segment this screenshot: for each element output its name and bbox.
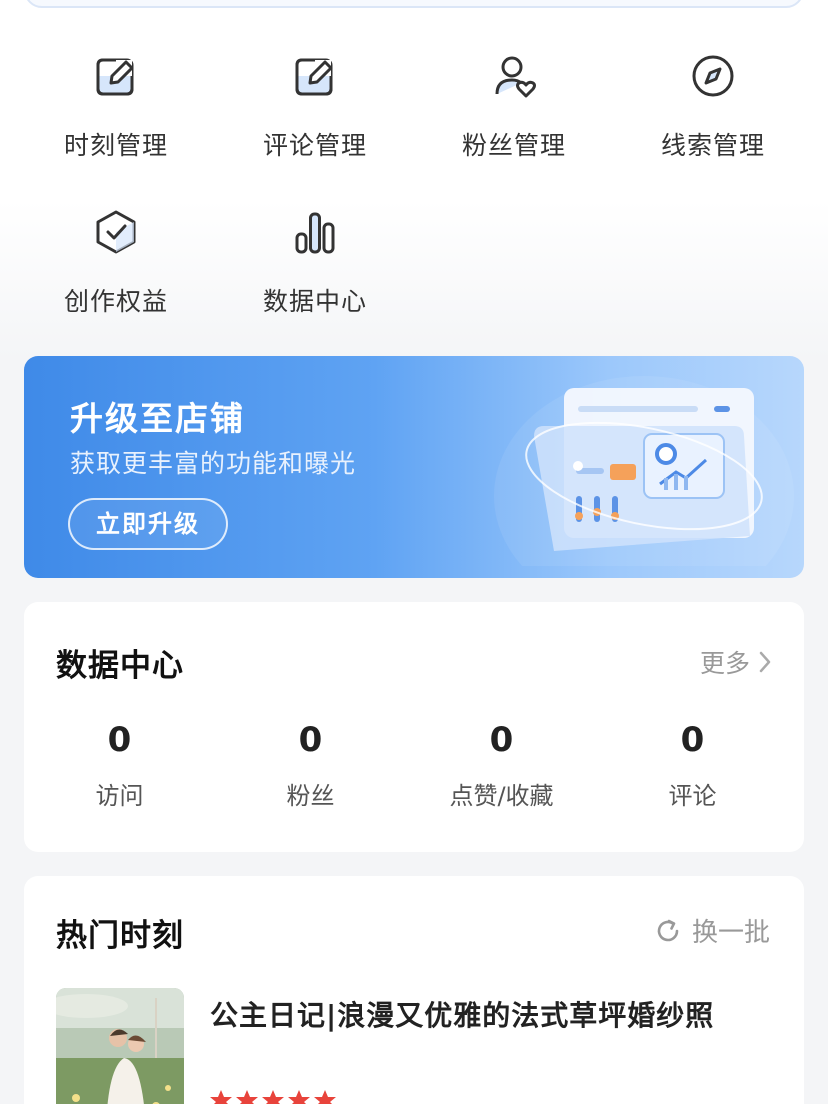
menu-item-creator-rights[interactable]: 创作权益 — [16, 206, 216, 318]
banner-title: 升级至店铺 — [70, 399, 245, 438]
star-icon — [236, 1090, 258, 1104]
menu-item-moments[interactable]: 时刻管理 — [16, 50, 216, 162]
post-title[interactable]: 公主日记|浪漫又优雅的法式草坪婚纱照 — [210, 994, 714, 1034]
menu-item-comments[interactable]: 评论管理 — [215, 50, 415, 162]
post-thumbnail[interactable] — [56, 988, 184, 1104]
edit-icon — [295, 58, 333, 96]
stat-value: 0 — [107, 720, 132, 760]
stat-visits[interactable]: 0 访问 — [24, 720, 215, 811]
stat-label: 评论 — [668, 782, 717, 810]
hot-moments-card: 热门时刻 换一批 公主日记|浪漫又优雅的法式草坪婚纱照 — [24, 876, 804, 1104]
refresh-label: 换一批 — [691, 918, 770, 948]
stat-value: 0 — [680, 720, 705, 760]
menu-item-label: 创作权益 — [63, 287, 168, 316]
refresh-button[interactable]: 换一批 — [654, 912, 770, 949]
stat-value: 0 — [298, 720, 323, 760]
menu-item-label: 粉丝管理 — [461, 131, 566, 160]
user-heart-icon — [495, 56, 536, 98]
stat-likes-favorites[interactable]: 0 点赞/收藏 — [406, 720, 597, 811]
star-icon — [288, 1090, 310, 1104]
menu-item-label: 线索管理 — [660, 131, 765, 160]
shield-check-icon — [96, 210, 136, 254]
menu-item-data-center[interactable]: 数据中心 — [215, 206, 415, 318]
upgrade-button[interactable]: 立即升级 — [68, 498, 228, 550]
star-icon — [210, 1090, 232, 1104]
star-icon — [262, 1090, 284, 1104]
stat-label: 点赞/收藏 — [449, 782, 554, 810]
menu-item-leads[interactable]: 线索管理 — [613, 50, 813, 162]
data-center-card: 数据中心 更多 0 访问 0 粉丝 0 点赞/收藏 0 评论 — [24, 602, 804, 852]
stat-comments[interactable]: 0 评论 — [597, 720, 788, 811]
stat-fans[interactable]: 0 粉丝 — [215, 720, 406, 811]
upgrade-banner[interactable]: 升级至店铺 获取更丰富的功能和曝光 立即升级 — [24, 356, 804, 578]
search-bar-remnant[interactable] — [24, 0, 804, 8]
menu-item-label: 评论管理 — [262, 131, 367, 160]
star-icon — [314, 1090, 336, 1104]
menu-item-label: 时刻管理 — [63, 131, 168, 160]
menu-item-label: 数据中心 — [262, 287, 367, 316]
more-label: 更多 — [699, 649, 750, 678]
wedding-photo-image — [56, 988, 184, 1104]
stat-value: 0 — [489, 720, 514, 760]
banner-subtitle: 获取更丰富的功能和曝光 — [70, 449, 357, 478]
menu-item-fans[interactable]: 粉丝管理 — [414, 50, 614, 162]
rating-stars — [210, 1090, 336, 1104]
data-center-title: 数据中心 — [56, 648, 184, 684]
chevron-right-icon — [759, 651, 771, 673]
edit-icon — [96, 58, 134, 96]
hot-moments-title: 热门时刻 — [56, 918, 184, 954]
bar-chart-icon — [295, 212, 335, 254]
dashboard-illustration — [494, 376, 794, 566]
stats-row: 0 访问 0 粉丝 0 点赞/收藏 0 评论 — [24, 720, 804, 811]
refresh-icon — [657, 919, 679, 941]
more-link[interactable]: 更多 — [700, 644, 774, 680]
stat-label: 粉丝 — [286, 782, 335, 810]
compass-icon — [692, 55, 734, 97]
stat-label: 访问 — [95, 782, 144, 810]
